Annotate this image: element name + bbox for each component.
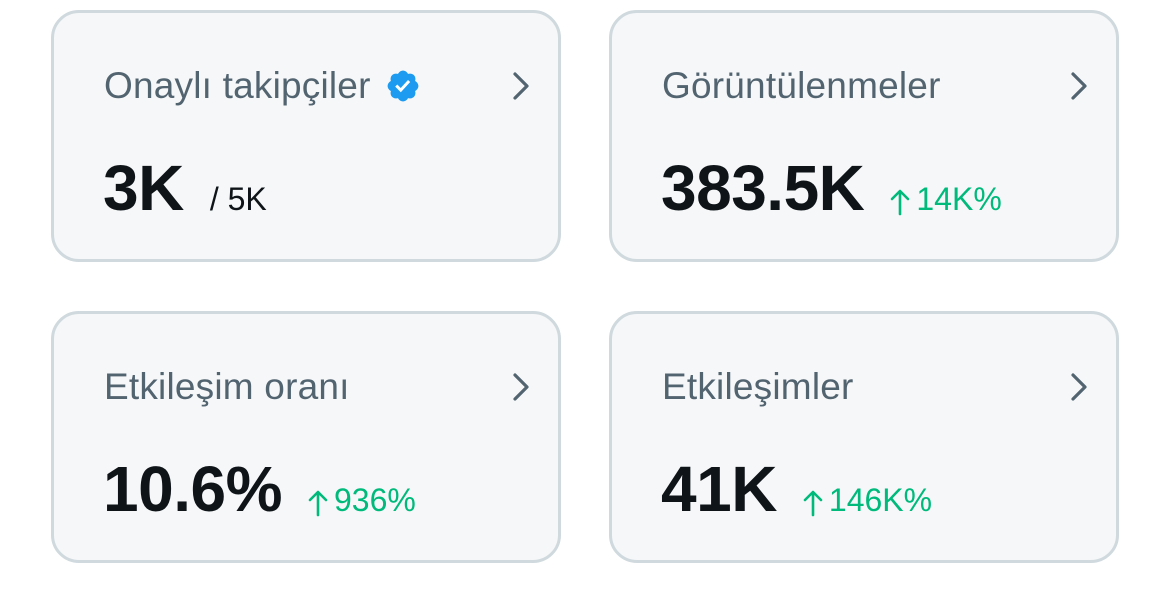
card-header: Etkileşimler: [662, 366, 854, 408]
stat-change: 146K%: [803, 482, 932, 519]
chevron-right-icon: [513, 373, 529, 401]
stat-card-impressions[interactable]: Görüntülenmeler 383.5K 14K%: [609, 10, 1119, 262]
card-header: Etkileşim oranı: [104, 366, 350, 408]
card-value-row: 10.6% 936%: [103, 452, 416, 526]
card-value-row: 3K / 5K: [103, 151, 267, 225]
chevron-right-icon: [1071, 373, 1087, 401]
stat-card-verified-followers[interactable]: Onaylı takipçiler 3K / 5K: [51, 10, 561, 262]
chevron-right-icon: [513, 72, 529, 100]
card-value-row: 41K 146K%: [661, 452, 932, 526]
card-title: Onaylı takipçiler: [104, 65, 371, 106]
stat-change: 936%: [308, 482, 416, 519]
stat-value: 10.6%: [103, 453, 282, 525]
stat-value: 3K: [103, 152, 184, 224]
card-title: Etkileşim oranı: [104, 366, 350, 407]
card-title: Etkileşimler: [662, 366, 854, 407]
arrow-up-icon: [308, 490, 328, 516]
stat-change: 14K%: [890, 181, 1002, 218]
stat-change-value: 146K%: [828, 482, 933, 518]
stat-card-engagement-rate[interactable]: Etkileşim oranı 10.6% 936%: [51, 311, 561, 563]
stat-value: 41K: [661, 453, 777, 525]
card-header: Onaylı takipçiler: [104, 65, 421, 107]
stat-limit: / 5K: [209, 181, 267, 217]
stat-change-value: 936%: [333, 482, 416, 518]
stat-card-engagements[interactable]: Etkileşimler 41K 146K%: [609, 311, 1119, 563]
verified-badge-icon: [387, 70, 418, 102]
stat-change-value: 14K%: [916, 181, 1002, 217]
arrow-up-icon: [803, 490, 823, 516]
arrow-up-icon: [891, 189, 910, 215]
card-value-row: 383.5K 14K%: [661, 151, 1002, 225]
card-header: Görüntülenmeler: [662, 65, 941, 107]
card-title: Görüntülenmeler: [662, 65, 941, 106]
stat-value: 383.5K: [661, 152, 865, 224]
chevron-right-icon: [1071, 72, 1087, 100]
